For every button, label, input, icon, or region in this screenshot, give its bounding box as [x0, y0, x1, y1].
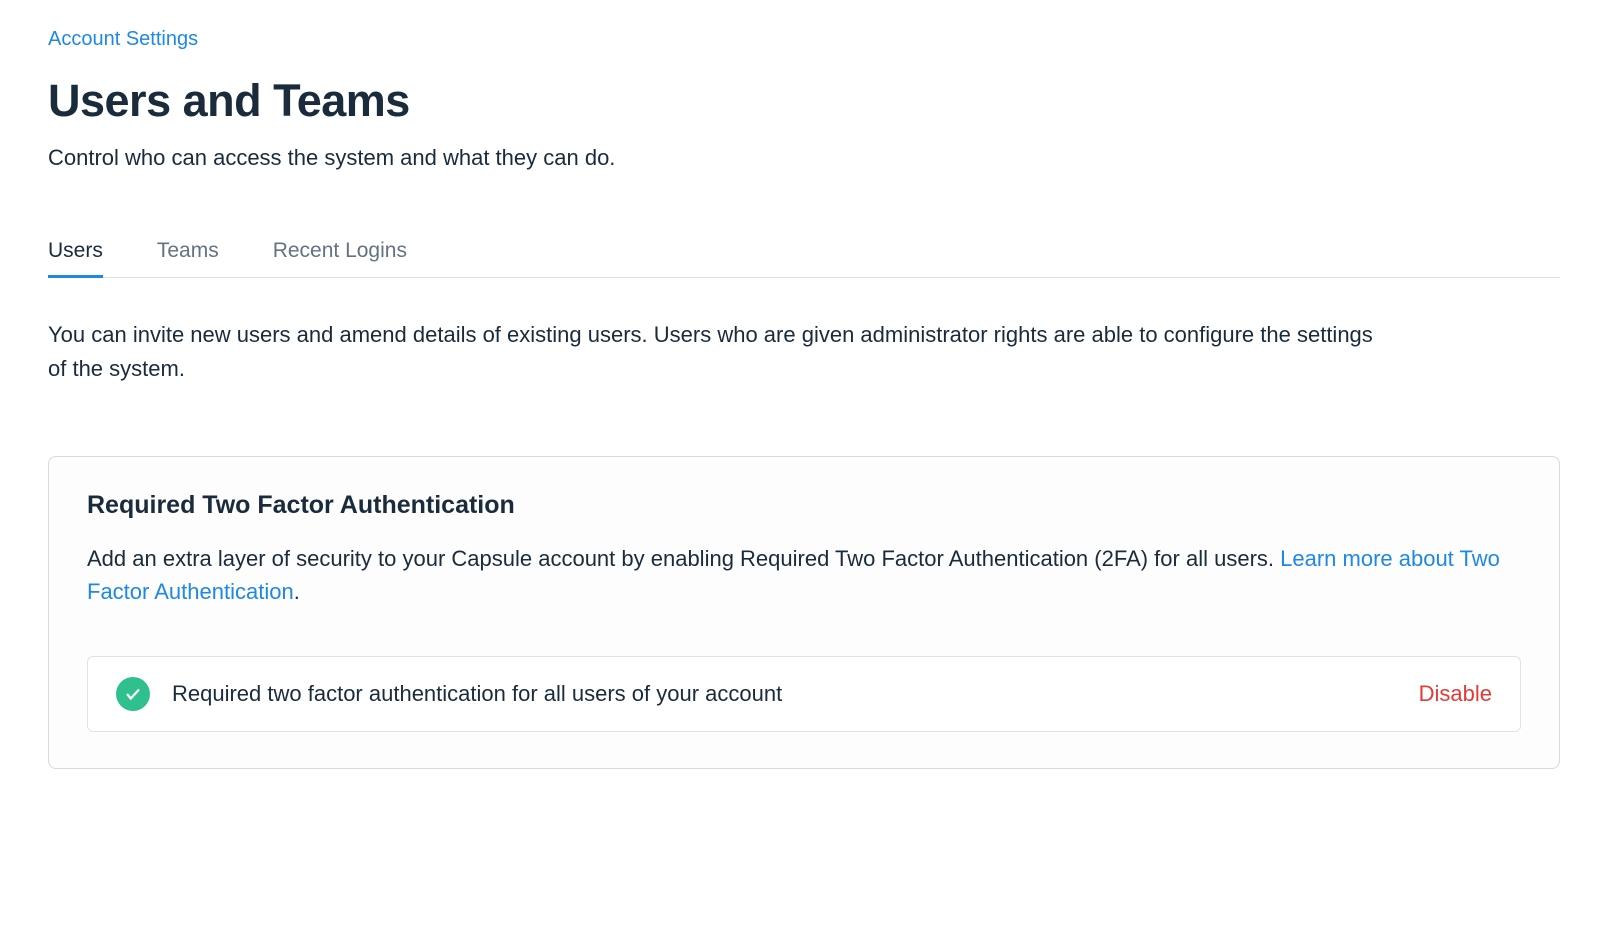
tfa-panel-description: Add an extra layer of security to your C… — [87, 542, 1521, 608]
tab-users[interactable]: Users — [48, 227, 103, 278]
tfa-status-text: Required two factor authentication for a… — [172, 681, 1419, 707]
disable-button[interactable]: Disable — [1419, 681, 1492, 707]
tfa-panel-title: Required Two Factor Authentication — [87, 491, 1521, 520]
users-tab-description: You can invite new users and amend detai… — [48, 318, 1388, 386]
check-icon — [116, 677, 150, 711]
tab-teams[interactable]: Teams — [157, 227, 219, 278]
tfa-description-text: Add an extra layer of security to your C… — [87, 546, 1280, 571]
tabs-container: Users Teams Recent Logins — [48, 227, 1560, 278]
breadcrumb-link[interactable]: Account Settings — [48, 28, 1560, 51]
page-subtitle: Control who can access the system and wh… — [48, 145, 1560, 171]
page-title: Users and Teams — [48, 75, 1560, 127]
tab-recent-logins[interactable]: Recent Logins — [273, 227, 407, 278]
tfa-description-period: . — [294, 579, 300, 604]
tfa-status-row: Required two factor authentication for a… — [87, 656, 1521, 732]
tfa-panel: Required Two Factor Authentication Add a… — [48, 456, 1560, 769]
